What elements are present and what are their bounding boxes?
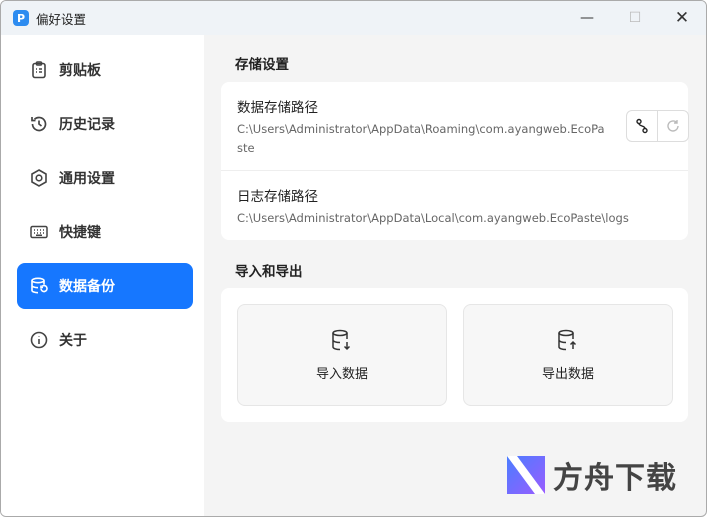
divider bbox=[221, 170, 688, 171]
reset-path-button[interactable] bbox=[658, 111, 688, 141]
log-path-label: 日志存储路径 bbox=[237, 189, 318, 205]
sidebar-item-label: 通用设置 bbox=[59, 171, 115, 187]
minimize-button[interactable]: — bbox=[564, 1, 610, 35]
database-export-icon bbox=[558, 329, 577, 350]
import-data-label: 导入数据 bbox=[315, 366, 368, 382]
history-icon bbox=[31, 116, 47, 132]
sidebar-item-history[interactable]: 历史记录 bbox=[17, 101, 193, 147]
export-data-button[interactable]: 导出数据 bbox=[463, 304, 673, 406]
watermark-logo-icon bbox=[507, 456, 545, 494]
window-title: 偏好设置 bbox=[36, 11, 87, 27]
refresh-icon bbox=[667, 120, 679, 132]
sidebar-item-label: 数据备份 bbox=[59, 279, 115, 295]
data-path-label: 数据存储路径 bbox=[237, 100, 318, 116]
sidebar-item-label: 关于 bbox=[59, 333, 87, 349]
sidebar-item-data-backup[interactable]: 数据备份 bbox=[17, 263, 193, 309]
sidebar-item-shortcuts[interactable]: 快捷键 bbox=[17, 209, 193, 255]
keyboard-icon bbox=[30, 225, 48, 239]
storage-card: 数据存储路径 C:\Users\Administrator\AppData\Ro… bbox=[221, 82, 689, 240]
import-data-button[interactable]: 导入数据 bbox=[237, 304, 447, 406]
app-logo-icon: P bbox=[13, 10, 29, 26]
sidebar-item-general-settings[interactable]: 通用设置 bbox=[17, 155, 193, 201]
maximize-button[interactable]: ☐ bbox=[612, 1, 658, 35]
title-bar: P 偏好设置 — ☐ ✕ bbox=[1, 1, 706, 35]
import-export-card: 导入数据 导出数据 bbox=[221, 288, 688, 422]
storage-heading: 存储设置 bbox=[235, 57, 289, 73]
info-icon bbox=[30, 331, 48, 349]
close-button[interactable]: ✕ bbox=[659, 1, 705, 35]
data-path-actions bbox=[626, 110, 689, 142]
settings-icon bbox=[31, 169, 47, 187]
watermark-text: 方舟下载 bbox=[553, 461, 677, 496]
data-path-value: C:\Users\Administrator\AppData\Roaming\c… bbox=[237, 122, 605, 155]
sidebar: 剪贴板 历史记录 通用设置 快捷键 数据备份 关于 bbox=[1, 35, 204, 516]
main-content: 存储设置 数据存储路径 C:\Users\Administrator\AppDa… bbox=[204, 35, 706, 516]
sidebar-item-label: 快捷键 bbox=[59, 225, 101, 241]
export-data-label: 导出数据 bbox=[541, 366, 594, 382]
path-icon bbox=[636, 118, 648, 134]
sidebar-item-about[interactable]: 关于 bbox=[17, 317, 193, 363]
sidebar-item-label: 剪贴板 bbox=[59, 63, 101, 79]
sidebar-item-label: 历史记录 bbox=[59, 117, 115, 133]
clipboard-icon bbox=[32, 61, 46, 79]
database-backup-icon bbox=[31, 277, 48, 294]
change-path-button[interactable] bbox=[627, 111, 658, 141]
preferences-window: P 偏好设置 — ☐ ✕ 剪贴板 历史记录 通用设置 快捷键 数据备份 关于 存… bbox=[0, 0, 707, 517]
import-export-heading: 导入和导出 bbox=[235, 264, 303, 280]
log-path-value: C:\Users\Administrator\AppData\Local\com… bbox=[237, 211, 629, 225]
sidebar-item-clipboard[interactable]: 剪贴板 bbox=[17, 47, 193, 93]
watermark: 方舟下载 bbox=[507, 453, 677, 497]
database-import-icon bbox=[332, 329, 351, 350]
